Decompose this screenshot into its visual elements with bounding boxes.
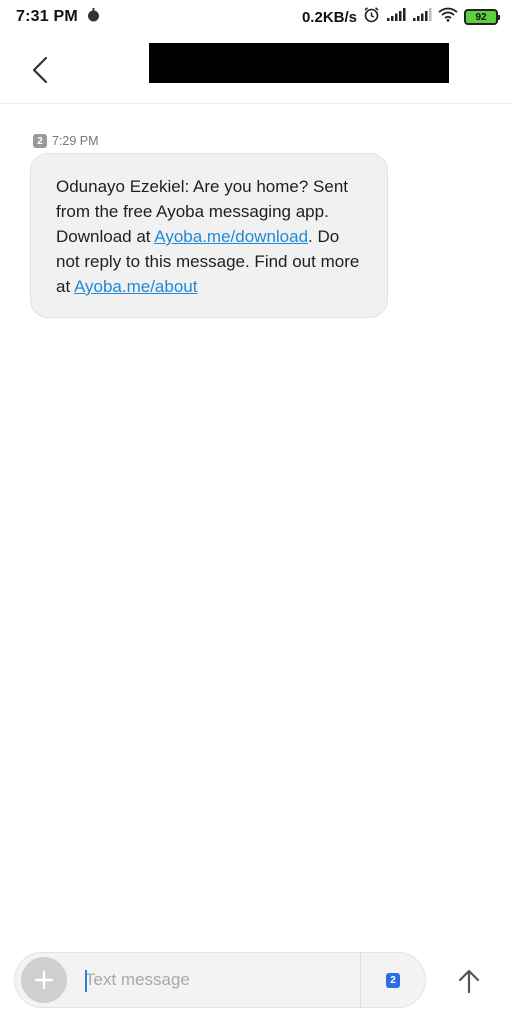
message-timestamp: 7:29 PM xyxy=(52,134,99,148)
arrow-up-icon xyxy=(458,969,480,994)
conversation-header xyxy=(0,34,512,104)
chevron-left-icon xyxy=(32,56,48,84)
sim-select-badge: 2 xyxy=(386,972,400,988)
battery-level: 92 xyxy=(475,11,487,23)
download-link[interactable]: Ayoba.me/download xyxy=(154,227,308,246)
wifi-icon xyxy=(438,7,458,27)
battery-icon: 92 xyxy=(464,9,500,25)
notification-dot-icon xyxy=(87,7,100,27)
back-button[interactable] xyxy=(22,52,58,88)
message-composer: 2 xyxy=(14,952,426,1008)
sms-conversation-screen: 7:31 PM 0.2KB/s 92 2 7:29 PM Odunayo Eze… xyxy=(0,0,512,1024)
message-input-wrap xyxy=(85,953,360,1007)
sim-select-button[interactable]: 2 xyxy=(361,953,425,1007)
contact-name-redacted xyxy=(149,43,449,83)
network-speed: 0.2KB/s xyxy=(301,8,357,26)
sim-badge: 2 xyxy=(33,134,47,148)
status-left: 7:31 PM xyxy=(16,7,100,27)
status-right: 0.2KB/s 92 xyxy=(301,6,500,28)
about-link[interactable]: Ayoba.me/about xyxy=(74,277,198,296)
send-button[interactable] xyxy=(446,958,492,1004)
attach-button[interactable] xyxy=(21,957,67,1003)
message-meta: 2 7:29 PM xyxy=(33,133,99,149)
signal-icon xyxy=(412,7,432,27)
status-bar: 7:31 PM 0.2KB/s 92 xyxy=(0,0,512,34)
incoming-message-bubble[interactable]: Odunayo Ezekiel: Are you home? Sent from… xyxy=(30,153,388,318)
alarm-icon xyxy=(363,6,380,28)
text-caret xyxy=(85,970,87,992)
status-time: 7:31 PM xyxy=(16,8,78,25)
message-input[interactable] xyxy=(85,970,360,990)
signal-icon xyxy=(386,7,406,27)
plus-icon xyxy=(34,970,54,990)
